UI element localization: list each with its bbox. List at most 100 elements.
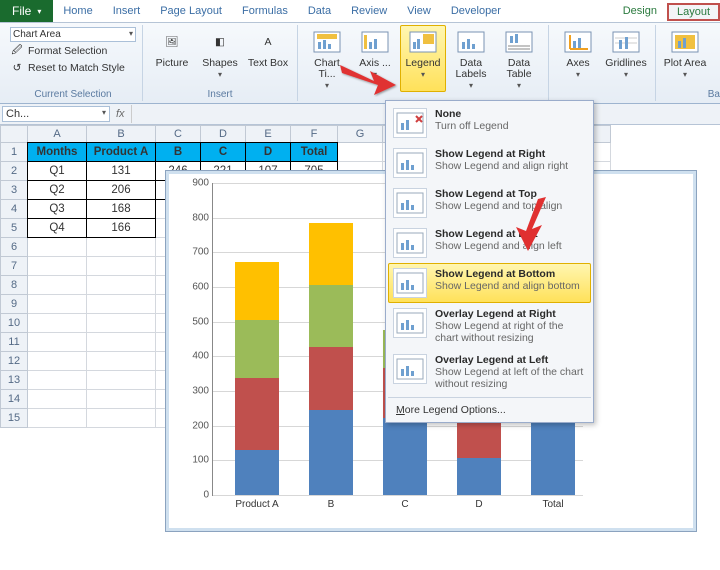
row-header[interactable]: 6	[0, 238, 28, 257]
column-header[interactable]: D	[201, 125, 246, 143]
row-header[interactable]: 8	[0, 276, 28, 295]
column-header[interactable]: C	[156, 125, 201, 143]
fx-icon[interactable]: fx	[116, 108, 125, 120]
cell[interactable]	[28, 295, 87, 314]
row-header[interactable]: 11	[0, 333, 28, 352]
tab-data[interactable]: Data	[298, 2, 341, 20]
cell[interactable]	[87, 352, 156, 371]
chart-element-combo[interactable]: Chart Area▾	[10, 27, 136, 42]
column-header[interactable]: E	[246, 125, 291, 143]
legend-option[interactable]: Show Legend at TopShow Legend and top al…	[388, 183, 591, 223]
legend-option[interactable]: Overlay Legend at RightShow Legend at ri…	[388, 303, 591, 349]
bar-segment[interactable]	[309, 285, 353, 347]
cell[interactable]: B	[155, 142, 201, 162]
bar-segment[interactable]	[383, 418, 427, 495]
cell[interactable]	[28, 276, 87, 295]
cell[interactable]: Q2	[27, 180, 87, 200]
tab-file[interactable]: File ▾	[0, 0, 53, 22]
tab-review[interactable]: Review	[341, 2, 397, 20]
name-box[interactable]: Ch...▾	[2, 106, 110, 122]
bar-segment[interactable]	[235, 378, 279, 449]
cell[interactable]	[28, 371, 87, 390]
shapes-button[interactable]: ◧Shapes▾	[197, 25, 243, 81]
bar-segment[interactable]	[235, 320, 279, 378]
cell[interactable]	[28, 238, 87, 257]
row-header[interactable]: 7	[0, 257, 28, 276]
cell[interactable]	[87, 295, 156, 314]
cell[interactable]: Total	[290, 142, 338, 162]
cell[interactable]	[87, 314, 156, 333]
more-legend-options[interactable]: More Legend Options...	[388, 400, 591, 420]
legend-option[interactable]: Show Legend at RightShow Legend and alig…	[388, 143, 591, 183]
legend-option[interactable]: Overlay Legend at LeftShow Legend at lef…	[388, 349, 591, 395]
cell[interactable]	[28, 409, 87, 428]
legend-option[interactable]: Show Legend at BottomShow Legend and ali…	[388, 263, 591, 303]
row-header[interactable]: 10	[0, 314, 28, 333]
row-header[interactable]: 12	[0, 352, 28, 371]
cell[interactable]	[28, 257, 87, 276]
cell[interactable]: 131	[86, 161, 156, 181]
plot-area-button[interactable]: Plot Area▾	[662, 25, 708, 81]
bar-segment[interactable]	[235, 262, 279, 320]
reset-style-button[interactable]: ↺Reset to Match Style	[10, 60, 136, 76]
cell[interactable]: Q4	[27, 218, 87, 238]
bar-segment[interactable]	[309, 223, 353, 285]
picture-button[interactable]: 🖼Picture	[149, 25, 195, 81]
row-header[interactable]: 14	[0, 390, 28, 409]
row-header[interactable]: 1	[0, 143, 28, 162]
cell[interactable]	[28, 390, 87, 409]
tab-design[interactable]: Design	[613, 2, 667, 20]
format-selection-button[interactable]: 🖉Format Selection	[10, 43, 136, 59]
cell[interactable]	[87, 390, 156, 409]
cell[interactable]	[87, 333, 156, 352]
cell[interactable]: Product A	[86, 142, 156, 162]
cell[interactable]	[87, 238, 156, 257]
data-table-button[interactable]: Data Table▾	[496, 25, 542, 92]
row-header[interactable]: 15	[0, 409, 28, 428]
tab-layout[interactable]: Layout	[667, 3, 720, 21]
row-header[interactable]: 4	[0, 200, 28, 219]
cell[interactable]: 166	[86, 218, 156, 238]
cell[interactable]	[338, 143, 383, 162]
row-header[interactable]: 13	[0, 371, 28, 390]
legend-option[interactable]: Show Legend at LeftShow Legend and align…	[388, 223, 591, 263]
cell[interactable]: Q3	[27, 199, 87, 219]
tab-home[interactable]: Home	[53, 2, 102, 20]
cell[interactable]	[87, 371, 156, 390]
data-labels-button[interactable]: Data Labels▾	[448, 25, 494, 92]
cell[interactable]	[28, 333, 87, 352]
column-header[interactable]: A	[28, 125, 87, 143]
axes-button[interactable]: Axes▾	[555, 25, 601, 81]
cell[interactable]: C	[200, 142, 246, 162]
row-header[interactable]: 9	[0, 295, 28, 314]
cell[interactable]: Q1	[27, 161, 87, 181]
cell[interactable]: D	[245, 142, 291, 162]
legend-option[interactable]: NoneTurn off Legend	[388, 103, 591, 143]
tab-formulas[interactable]: Formulas	[232, 2, 298, 20]
cell[interactable]	[87, 409, 156, 428]
column-header[interactable]: B	[87, 125, 156, 143]
cell[interactable]	[28, 314, 87, 333]
column-header[interactable]: G	[338, 125, 383, 143]
bar-segment[interactable]	[457, 420, 501, 458]
tab-page-layout[interactable]: Page Layout	[150, 2, 232, 20]
bar-segment[interactable]	[309, 410, 353, 495]
gridlines-button[interactable]: Gridlines▾	[603, 25, 649, 81]
bar-segment[interactable]	[309, 347, 353, 409]
cell[interactable]	[28, 352, 87, 371]
select-all-corner[interactable]	[0, 125, 28, 143]
bar-segment[interactable]	[235, 450, 279, 495]
text-box-button[interactable]: AText Box	[245, 25, 291, 81]
cell[interactable]	[87, 276, 156, 295]
column-header[interactable]: F	[291, 125, 338, 143]
tab-developer[interactable]: Developer	[441, 2, 511, 20]
legend-button[interactable]: Legend▾	[400, 25, 446, 92]
row-header[interactable]: 5	[0, 219, 28, 238]
cell[interactable]	[87, 257, 156, 276]
bar-segment[interactable]	[457, 458, 501, 495]
cell[interactable]: Months	[27, 142, 87, 162]
cell[interactable]: 168	[86, 199, 156, 219]
row-header[interactable]: 3	[0, 181, 28, 200]
row-header[interactable]: 2	[0, 162, 28, 181]
tab-view[interactable]: View	[397, 2, 441, 20]
